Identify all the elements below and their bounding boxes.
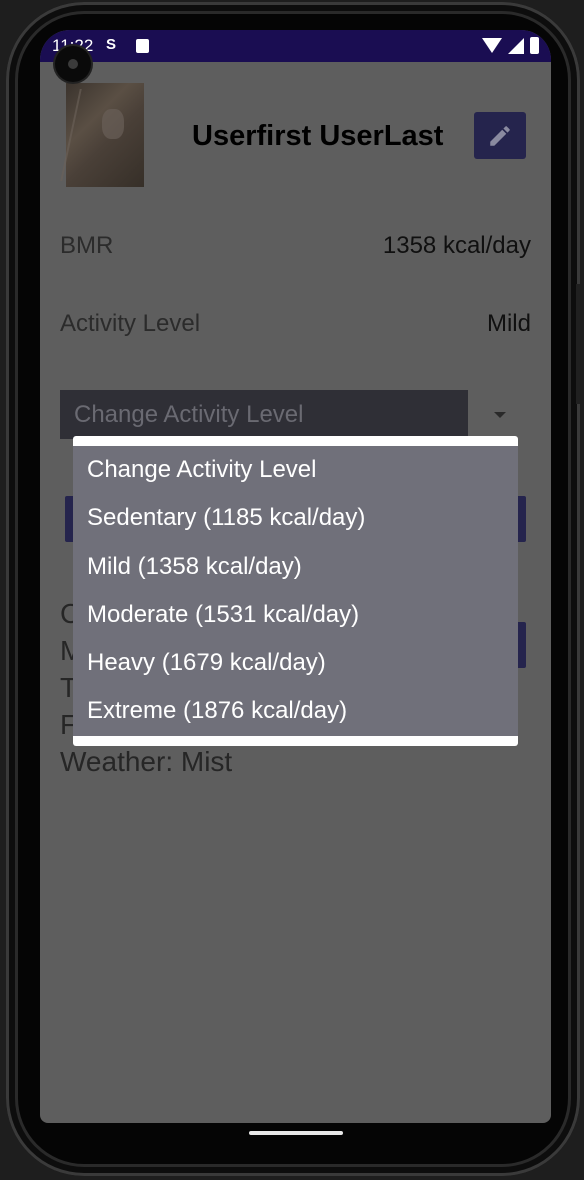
front-camera — [55, 46, 91, 82]
status-bar: 11:22 S — [40, 30, 551, 62]
battery-icon — [530, 37, 539, 54]
dropdown-item-extreme[interactable]: Extreme (1876 kcal/day) — [73, 687, 518, 735]
wifi-icon — [482, 38, 502, 53]
dropdown-item-mild[interactable]: Mild (1358 kcal/day) — [73, 543, 518, 591]
signal-icon-s: S — [106, 36, 117, 53]
dropdown-item-change-activity-level[interactable]: Change Activity Level — [73, 446, 518, 494]
status-icons — [482, 37, 539, 54]
edit-profile-button[interactable] — [474, 112, 526, 159]
weather-text: Weather: Mist — [60, 746, 233, 777]
user-name: Userfirst UserLast — [192, 120, 444, 152]
side-button — [576, 284, 580, 404]
sim-card-icon — [136, 39, 149, 53]
cell-signal-icon — [508, 37, 524, 54]
bmr-label: BMR — [60, 232, 114, 259]
activity-level-spinner[interactable]: Change Activity Level — [60, 390, 468, 439]
dropdown-item-sedentary[interactable]: Sedentary (1185 kcal/day) — [73, 494, 518, 542]
dropdown-arrow-icon[interactable] — [494, 412, 506, 418]
home-indicator[interactable] — [249, 1131, 343, 1135]
activity-level-value: Mild — [486, 310, 531, 337]
avatar[interactable] — [66, 83, 144, 187]
dropdown-item-moderate[interactable]: Moderate (1531 kcal/day) — [73, 591, 518, 639]
app-screen: 11:22 S Userfirst UserLast BMR 1358 kcal… — [40, 30, 551, 1123]
activity-level-dropdown: Change Activity Level Sedentary (1185 kc… — [73, 436, 518, 746]
activity-level-label: Activity Level — [60, 310, 201, 337]
edit-pencil-icon — [490, 125, 510, 146]
dropdown-item-heavy[interactable]: Heavy (1679 kcal/day) — [73, 639, 518, 687]
bmr-value: 1358 kcal/day — [382, 232, 531, 259]
